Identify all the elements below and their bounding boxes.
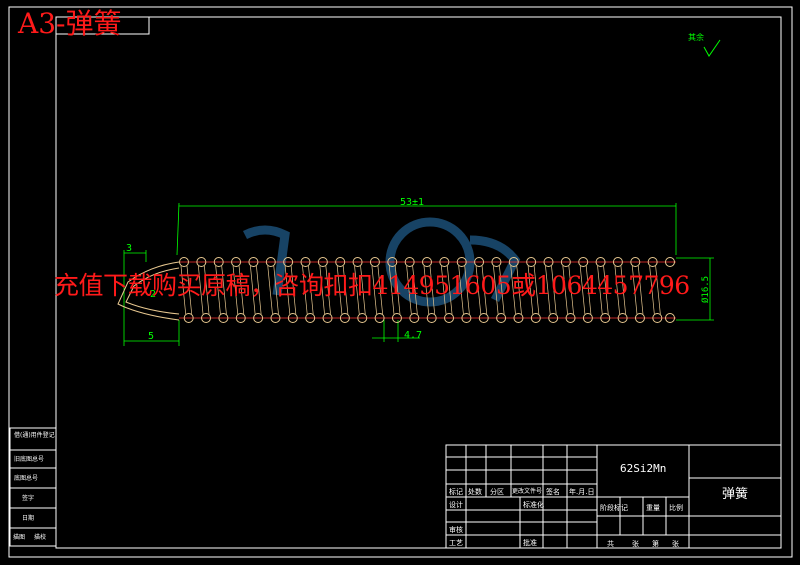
tb-row-standard: 标准化 bbox=[523, 501, 544, 509]
tb-header-file: 更改文件号 bbox=[512, 488, 543, 495]
tb-row-design: 设计 bbox=[449, 501, 463, 509]
tb-material: 62Si2Mn bbox=[620, 462, 667, 475]
tb-sheet-total-1: 共 bbox=[607, 540, 614, 548]
tb-weight: 重量 bbox=[646, 504, 660, 512]
left-bottom-2: 描校 bbox=[34, 534, 47, 541]
tb-header-date: 年.月.日 bbox=[569, 488, 595, 496]
roughness-label: 其余 bbox=[688, 32, 704, 42]
left-row-4: 签字 bbox=[22, 495, 35, 502]
tb-sheet-no-2: 张 bbox=[672, 540, 679, 548]
tb-sheet-total-2: 张 bbox=[632, 540, 639, 548]
tb-row-review: 审核 bbox=[449, 526, 463, 534]
roughness-symbol bbox=[703, 39, 721, 57]
tb-part-name: 弹簧 bbox=[722, 487, 749, 502]
watermark-text: 充值下载购买原稿，咨询扣扣414951605或1064457796 bbox=[54, 271, 690, 300]
tb-row-approve: 批准 bbox=[523, 539, 537, 547]
tb-header-count: 处数 bbox=[468, 488, 482, 496]
tb-sheet-no-1: 第 bbox=[652, 540, 659, 548]
tb-stage-mark: 阶段标记 bbox=[600, 504, 628, 512]
left-column-block bbox=[9, 427, 57, 547]
sheet-title: A3-弹簧 bbox=[18, 7, 122, 40]
left-row-5: 日期 bbox=[22, 515, 35, 522]
tb-header-sign: 签名 bbox=[546, 488, 560, 496]
tb-header-zone: 分区 bbox=[490, 488, 504, 496]
dim-end-offset-bottom: 5 bbox=[148, 331, 154, 342]
dim-outer-diameter: Ø16.5 bbox=[700, 276, 711, 303]
dim-end-offset-top: 3 bbox=[126, 243, 132, 254]
left-row-1: 借(通)用件登记 bbox=[14, 432, 55, 439]
tb-header-mark: 标记 bbox=[449, 488, 463, 496]
tb-scale: 比例 bbox=[669, 504, 683, 512]
tb-row-process: 工艺 bbox=[449, 539, 463, 547]
left-row-3: 底图总号 bbox=[14, 475, 39, 482]
left-bottom-1: 描图 bbox=[13, 534, 26, 541]
left-row-2: 旧底图总号 bbox=[14, 456, 45, 463]
dim-overall-length: 53±1 bbox=[400, 197, 424, 208]
dim-pitch: 4.7 bbox=[404, 330, 422, 341]
